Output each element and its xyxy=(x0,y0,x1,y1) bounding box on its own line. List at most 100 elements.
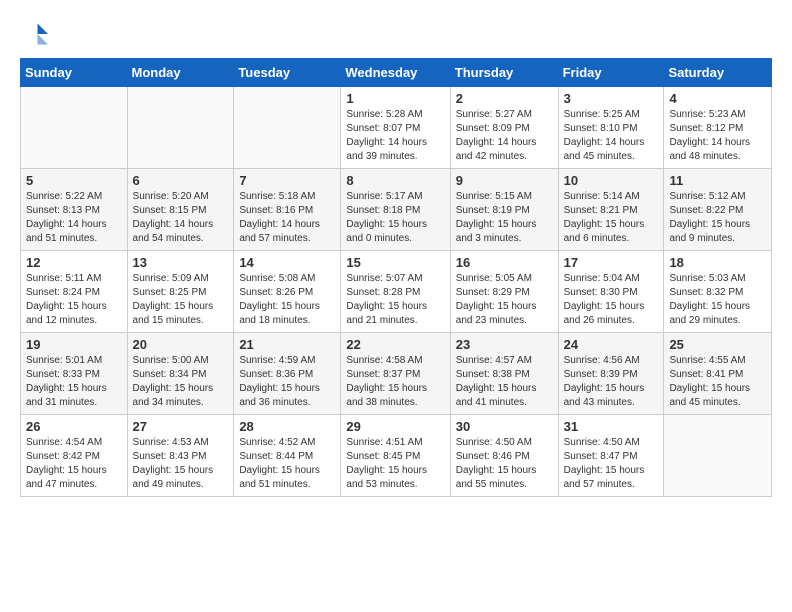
calendar-cell: 9 Sunrise: 5:15 AM Sunset: 8:19 PM Daylig… xyxy=(450,169,558,251)
calendar-cell: 16 Sunrise: 5:05 AM Sunset: 8:29 PM Dayli… xyxy=(450,251,558,333)
day-info: Sunrise: 4:51 AM Sunset: 8:45 PM Dayligh… xyxy=(346,436,444,492)
day-info: Sunrise: 4:50 AM Sunset: 8:47 PM Dayligh… xyxy=(564,436,659,492)
calendar-cell: 2Sunrise: 5:27 AM Sunset: 8:09 PM Daylig… xyxy=(450,87,558,169)
day-info: Sunrise: 4:57 AM Sunset: 8:38 PM Dayligh… xyxy=(456,354,553,410)
day-info: Sunrise: 5:00 AM Sunset: 8:34 PM Dayligh… xyxy=(133,354,229,410)
calendar-cell: 31 Sunrise: 4:50 AM Sunset: 8:47 PM Dayli… xyxy=(558,415,664,497)
day-info: Sunrise: 5:22 AM Sunset: 8:13 PM Dayligh… xyxy=(26,190,122,246)
day-info: Sunrise: 5:17 AM Sunset: 8:18 PM Dayligh… xyxy=(346,190,444,246)
day-number: 15 xyxy=(346,255,444,270)
calendar-cell: 3 Sunrise: 5:25 AM Sunset: 8:10 PM Daylig… xyxy=(558,87,664,169)
header-friday: Friday xyxy=(558,59,664,87)
day-info: Sunrise: 4:58 AM Sunset: 8:37 PM Dayligh… xyxy=(346,354,444,410)
calendar-cell: 29Sunrise: 4:51 AM Sunset: 8:45 PM Dayli… xyxy=(341,415,450,497)
calendar-cell: 23Sunrise: 4:57 AM Sunset: 8:38 PM Dayli… xyxy=(450,333,558,415)
day-number: 12 xyxy=(26,255,122,270)
day-info: Sunrise: 4:55 AM Sunset: 8:41 PM Dayligh… xyxy=(669,354,766,410)
week-row-4: 26 Sunrise: 4:54 AM Sunset: 8:42 PM Dayli… xyxy=(21,415,772,497)
calendar-cell: 27 Sunrise: 4:53 AM Sunset: 8:43 PM Dayli… xyxy=(127,415,234,497)
day-info: Sunrise: 5:14 AM Sunset: 8:21 PM Dayligh… xyxy=(564,190,659,246)
calendar-cell: 30 Sunrise: 4:50 AM Sunset: 8:46 PM Dayli… xyxy=(450,415,558,497)
day-number: 16 xyxy=(456,255,553,270)
day-info: Sunrise: 4:59 AM Sunset: 8:36 PM Dayligh… xyxy=(239,354,335,410)
day-info: Sunrise: 5:03 AM Sunset: 8:32 PM Dayligh… xyxy=(669,272,766,328)
day-number: 19 xyxy=(26,337,122,352)
calendar-cell: 13 Sunrise: 5:09 AM Sunset: 8:25 PM Dayli… xyxy=(127,251,234,333)
day-info: Sunrise: 4:56 AM Sunset: 8:39 PM Dayligh… xyxy=(564,354,659,410)
week-row-3: 19 Sunrise: 5:01 AM Sunset: 8:33 PM Dayli… xyxy=(21,333,772,415)
calendar-cell: 20Sunrise: 5:00 AM Sunset: 8:34 PM Dayli… xyxy=(127,333,234,415)
day-number: 18 xyxy=(669,255,766,270)
calendar-cell: 14 Sunrise: 5:08 AM Sunset: 8:26 PM Dayli… xyxy=(234,251,341,333)
calendar-cell: 8 Sunrise: 5:17 AM Sunset: 8:18 PM Daylig… xyxy=(341,169,450,251)
calendar-cell xyxy=(21,87,128,169)
day-info: Sunrise: 5:12 AM Sunset: 8:22 PM Dayligh… xyxy=(669,190,766,246)
day-number: 30 xyxy=(456,419,553,434)
day-number: 14 xyxy=(239,255,335,270)
day-info: Sunrise: 5:04 AM Sunset: 8:30 PM Dayligh… xyxy=(564,272,659,328)
logo-icon xyxy=(20,20,48,48)
calendar-cell: 21 Sunrise: 4:59 AM Sunset: 8:36 PM Dayli… xyxy=(234,333,341,415)
day-number: 4 xyxy=(669,91,766,106)
day-number: 9 xyxy=(456,173,553,188)
day-info: Sunrise: 5:28 AM Sunset: 8:07 PM Dayligh… xyxy=(346,108,444,164)
header-monday: Monday xyxy=(127,59,234,87)
calendar-cell: 5Sunrise: 5:22 AM Sunset: 8:13 PM Daylig… xyxy=(21,169,128,251)
calendar-cell: 24 Sunrise: 4:56 AM Sunset: 8:39 PM Dayli… xyxy=(558,333,664,415)
day-info: Sunrise: 4:52 AM Sunset: 8:44 PM Dayligh… xyxy=(239,436,335,492)
page-header xyxy=(20,20,772,48)
calendar-cell: 19 Sunrise: 5:01 AM Sunset: 8:33 PM Dayli… xyxy=(21,333,128,415)
day-info: Sunrise: 5:11 AM Sunset: 8:24 PM Dayligh… xyxy=(26,272,122,328)
day-number: 3 xyxy=(564,91,659,106)
header-wednesday: Wednesday xyxy=(341,59,450,87)
day-number: 1 xyxy=(346,91,444,106)
calendar-cell: 17Sunrise: 5:04 AM Sunset: 8:30 PM Dayli… xyxy=(558,251,664,333)
day-number: 24 xyxy=(564,337,659,352)
day-number: 27 xyxy=(133,419,229,434)
day-info: Sunrise: 4:54 AM Sunset: 8:42 PM Dayligh… xyxy=(26,436,122,492)
calendar-cell: 10 Sunrise: 5:14 AM Sunset: 8:21 PM Dayli… xyxy=(558,169,664,251)
day-info: Sunrise: 5:25 AM Sunset: 8:10 PM Dayligh… xyxy=(564,108,659,164)
header-tuesday: Tuesday xyxy=(234,59,341,87)
week-row-0: 1 Sunrise: 5:28 AM Sunset: 8:07 PM Daylig… xyxy=(21,87,772,169)
header-saturday: Saturday xyxy=(664,59,772,87)
logo xyxy=(20,20,52,48)
calendar-cell: 1 Sunrise: 5:28 AM Sunset: 8:07 PM Daylig… xyxy=(341,87,450,169)
day-info: Sunrise: 4:50 AM Sunset: 8:46 PM Dayligh… xyxy=(456,436,553,492)
day-number: 21 xyxy=(239,337,335,352)
calendar-cell xyxy=(234,87,341,169)
day-number: 11 xyxy=(669,173,766,188)
calendar-cell: 11 Sunrise: 5:12 AM Sunset: 8:22 PM Dayli… xyxy=(664,169,772,251)
day-number: 28 xyxy=(239,419,335,434)
calendar-cell: 4 Sunrise: 5:23 AM Sunset: 8:12 PM Daylig… xyxy=(664,87,772,169)
day-info: Sunrise: 5:18 AM Sunset: 8:16 PM Dayligh… xyxy=(239,190,335,246)
week-row-2: 12 Sunrise: 5:11 AM Sunset: 8:24 PM Dayli… xyxy=(21,251,772,333)
calendar-cell: 18 Sunrise: 5:03 AM Sunset: 8:32 PM Dayli… xyxy=(664,251,772,333)
day-number: 25 xyxy=(669,337,766,352)
day-number: 22 xyxy=(346,337,444,352)
day-number: 10 xyxy=(564,173,659,188)
calendar-table: SundayMondayTuesdayWednesdayThursdayFrid… xyxy=(20,58,772,497)
day-info: Sunrise: 5:09 AM Sunset: 8:25 PM Dayligh… xyxy=(133,272,229,328)
day-info: Sunrise: 5:05 AM Sunset: 8:29 PM Dayligh… xyxy=(456,272,553,328)
day-number: 31 xyxy=(564,419,659,434)
day-info: Sunrise: 5:08 AM Sunset: 8:26 PM Dayligh… xyxy=(239,272,335,328)
calendar-cell: 6Sunrise: 5:20 AM Sunset: 8:15 PM Daylig… xyxy=(127,169,234,251)
day-info: Sunrise: 5:07 AM Sunset: 8:28 PM Dayligh… xyxy=(346,272,444,328)
calendar-cell xyxy=(664,415,772,497)
day-info: Sunrise: 5:23 AM Sunset: 8:12 PM Dayligh… xyxy=(669,108,766,164)
day-info: Sunrise: 4:53 AM Sunset: 8:43 PM Dayligh… xyxy=(133,436,229,492)
day-number: 2 xyxy=(456,91,553,106)
day-number: 26 xyxy=(26,419,122,434)
day-number: 7 xyxy=(239,173,335,188)
day-info: Sunrise: 5:20 AM Sunset: 8:15 PM Dayligh… xyxy=(133,190,229,246)
day-info: Sunrise: 5:15 AM Sunset: 8:19 PM Dayligh… xyxy=(456,190,553,246)
calendar-cell: 22 Sunrise: 4:58 AM Sunset: 8:37 PM Dayli… xyxy=(341,333,450,415)
calendar-cell: 26 Sunrise: 4:54 AM Sunset: 8:42 PM Dayli… xyxy=(21,415,128,497)
day-number: 8 xyxy=(346,173,444,188)
calendar-cell: 15 Sunrise: 5:07 AM Sunset: 8:28 PM Dayli… xyxy=(341,251,450,333)
day-info: Sunrise: 5:01 AM Sunset: 8:33 PM Dayligh… xyxy=(26,354,122,410)
calendar-cell: 28 Sunrise: 4:52 AM Sunset: 8:44 PM Dayli… xyxy=(234,415,341,497)
calendar-cell: 25 Sunrise: 4:55 AM Sunset: 8:41 PM Dayli… xyxy=(664,333,772,415)
day-number: 13 xyxy=(133,255,229,270)
